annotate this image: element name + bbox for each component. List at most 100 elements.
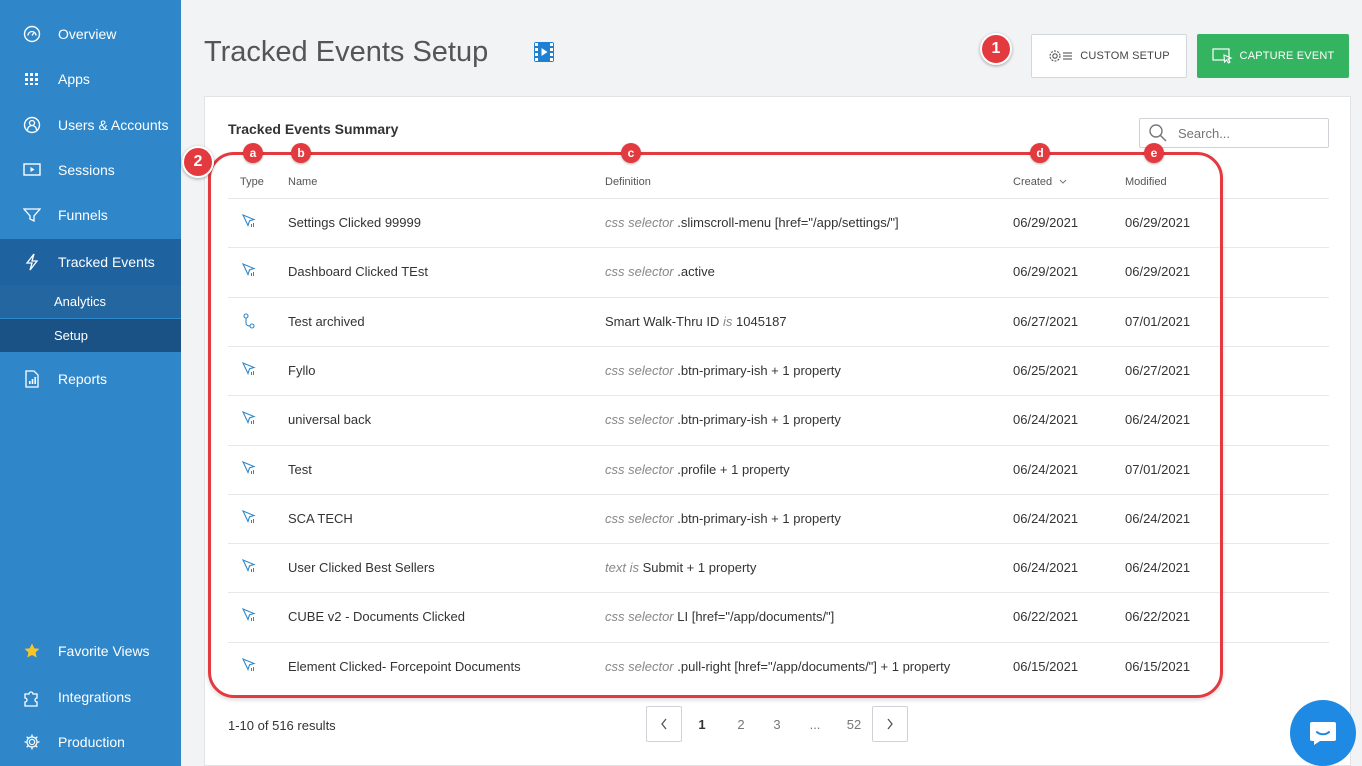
search-icon	[1148, 123, 1168, 143]
event-definition: css selector .active	[605, 264, 715, 279]
click-icon	[241, 460, 256, 478]
sidebar-item-reports[interactable]: Reports	[0, 357, 181, 401]
table-row[interactable]: Test archived Smart Walk-Thru ID is 10451…	[228, 296, 1329, 346]
event-definition: text is Submit + 1 property	[605, 560, 756, 575]
search-input[interactable]	[1178, 125, 1308, 141]
created-date: 06/29/2021	[1013, 215, 1079, 230]
event-name[interactable]: Element Clicked- Forcepoint Documents	[288, 659, 521, 674]
definition-value: .btn-primary-ish + 1 property	[677, 510, 841, 526]
modified-date: 06/22/2021	[1125, 609, 1191, 625]
event-name[interactable]: Fyllo	[288, 363, 315, 378]
sidebar-item-label: Integrations	[58, 689, 132, 705]
modified-date: 06/24/2021	[1125, 510, 1191, 526]
event-definition: css selector .pull-right [href="/app/doc…	[605, 659, 950, 674]
walkthru-icon	[242, 313, 256, 332]
definition-value: .profile + 1 property	[677, 461, 790, 477]
column-header-definition[interactable]: Definition	[605, 176, 651, 188]
column-header-modified[interactable]: Modified	[1125, 176, 1167, 188]
created-date: 06/24/2021	[1013, 510, 1079, 526]
video-icon[interactable]	[534, 42, 554, 67]
grid-icon	[22, 69, 42, 89]
custom-setup-label: CUSTOM SETUP	[1080, 50, 1170, 62]
table-row[interactable]: CUBE v2 - Documents Clicked css selector …	[228, 592, 1329, 641]
search-box[interactable]	[1139, 118, 1329, 148]
sidebar-item-funnels[interactable]: Funnels	[0, 193, 181, 237]
sidebar-item-label: Tracked Events	[58, 254, 155, 270]
sidebar-subitem-analytics[interactable]: Analytics	[0, 285, 181, 318]
definition-value: .pull-right [href="/app/documents/"] + 1…	[677, 658, 951, 674]
sidebar-item-users-accounts[interactable]: Users & Accounts	[0, 103, 181, 147]
sidebar-subitem-label: Setup	[54, 328, 88, 343]
table-row[interactable]: Element Clicked- Forcepoint Documents css…	[228, 641, 1329, 691]
definition-value: LI [href="/app/documents/"]	[677, 609, 835, 625]
sidebar-subitem-setup[interactable]: Setup	[0, 319, 181, 352]
sidebar-item-favorite-views[interactable]: Favorite Views	[0, 629, 181, 673]
sidebar-item-production[interactable]: Production	[0, 720, 181, 764]
definition-keyword: css selector	[605, 658, 674, 674]
page-1[interactable]: 1	[692, 706, 712, 742]
event-definition: Smart Walk-Thru ID is 1045187	[605, 314, 787, 329]
page-52[interactable]: 52	[842, 706, 866, 742]
definition-keyword: css selector	[605, 461, 674, 477]
sidebar-item-tracked-events[interactable]: Tracked Events	[0, 239, 181, 285]
event-definition: css selector .profile + 1 property	[605, 462, 790, 477]
sort-chevron-down-icon	[1059, 176, 1067, 188]
next-page-button[interactable]	[872, 706, 908, 742]
capture-event-label: CAPTURE EVENT	[1239, 50, 1335, 62]
capture-cursor-icon	[1211, 48, 1233, 64]
click-icon	[241, 608, 256, 625]
sidebar-item-overview[interactable]: Overview	[0, 12, 181, 56]
click-icon	[241, 411, 256, 428]
custom-setup-button[interactable]: CUSTOM SETUP	[1031, 34, 1187, 78]
capture-event-button[interactable]: CAPTURE EVENT	[1197, 34, 1349, 78]
definition-keyword: css selector	[605, 609, 674, 625]
created-date: 06/25/2021	[1013, 362, 1079, 378]
table-row[interactable]: Dashboard Clicked TEst css selector .acti…	[228, 247, 1329, 296]
definition-keyword: text is	[605, 560, 639, 576]
sidebar-subitem-label: Analytics	[54, 294, 107, 309]
event-name[interactable]: Dashboard Clicked TEst	[288, 264, 428, 279]
star-icon	[22, 641, 42, 661]
table-row[interactable]: SCA TECH css selector .btn-primary-ish + …	[228, 493, 1329, 543]
column-header-name[interactable]: Name	[288, 176, 317, 188]
sidebar-item-apps[interactable]: Apps	[0, 57, 181, 101]
event-name[interactable]: User Clicked Best Sellers	[288, 560, 435, 575]
definition-value: .btn-primary-ish + 1 property	[677, 412, 841, 428]
prev-page-button[interactable]	[646, 706, 682, 742]
callout-d: d	[1030, 143, 1050, 163]
table-row[interactable]: Settings Clicked 99999 css selector .slim…	[228, 198, 1329, 247]
sidebar-item-label: Users & Accounts	[58, 117, 169, 133]
column-header-type[interactable]: Type	[240, 176, 264, 188]
table-row[interactable]: universal back css selector .btn-primary-…	[228, 395, 1329, 444]
modified-date: 07/01/2021	[1125, 313, 1191, 329]
event-name[interactable]: Settings Clicked 99999	[288, 215, 421, 230]
callout-e: e	[1144, 143, 1164, 163]
event-definition: css selector LI [href="/app/documents/"]	[605, 609, 834, 624]
sidebar-item-integrations[interactable]: Integrations	[0, 675, 181, 719]
event-name[interactable]: Test archived	[288, 314, 365, 329]
column-header-created-label: Created	[1013, 176, 1053, 188]
created-date: 06/24/2021	[1013, 560, 1079, 576]
callout-2: 2	[182, 146, 214, 178]
event-name[interactable]: universal back	[288, 412, 371, 427]
page-title: Tracked Events Setup	[204, 36, 489, 68]
callout-1: 1	[980, 33, 1012, 65]
created-date: 06/22/2021	[1013, 609, 1079, 625]
event-definition: css selector .btn-primary-ish + 1 proper…	[605, 412, 841, 427]
sidebar-item-sessions[interactable]: Sessions	[0, 148, 181, 192]
sidebar-item-label: Apps	[58, 71, 90, 87]
chat-button[interactable]	[1290, 700, 1356, 766]
modified-date: 06/29/2021	[1125, 215, 1191, 230]
table-row[interactable]: Test css selector .profile + 1 property 06…	[228, 444, 1329, 494]
table-row[interactable]: Fyllo css selector .btn-primary-ish + 1 p…	[228, 345, 1329, 395]
column-header-created[interactable]: Created	[1013, 176, 1067, 188]
created-date: 06/15/2021	[1013, 658, 1079, 674]
event-name[interactable]: CUBE v2 - Documents Clicked	[288, 609, 465, 624]
page-2[interactable]: 2	[731, 706, 751, 742]
event-name[interactable]: Test	[288, 462, 312, 477]
created-date: 06/24/2021	[1013, 412, 1079, 428]
modified-date: 06/15/2021	[1125, 658, 1191, 674]
table-row[interactable]: User Clicked Best Sellers text is Submit …	[228, 543, 1329, 592]
modified-date: 06/24/2021	[1125, 560, 1191, 576]
event-name[interactable]: SCA TECH	[288, 511, 353, 526]
